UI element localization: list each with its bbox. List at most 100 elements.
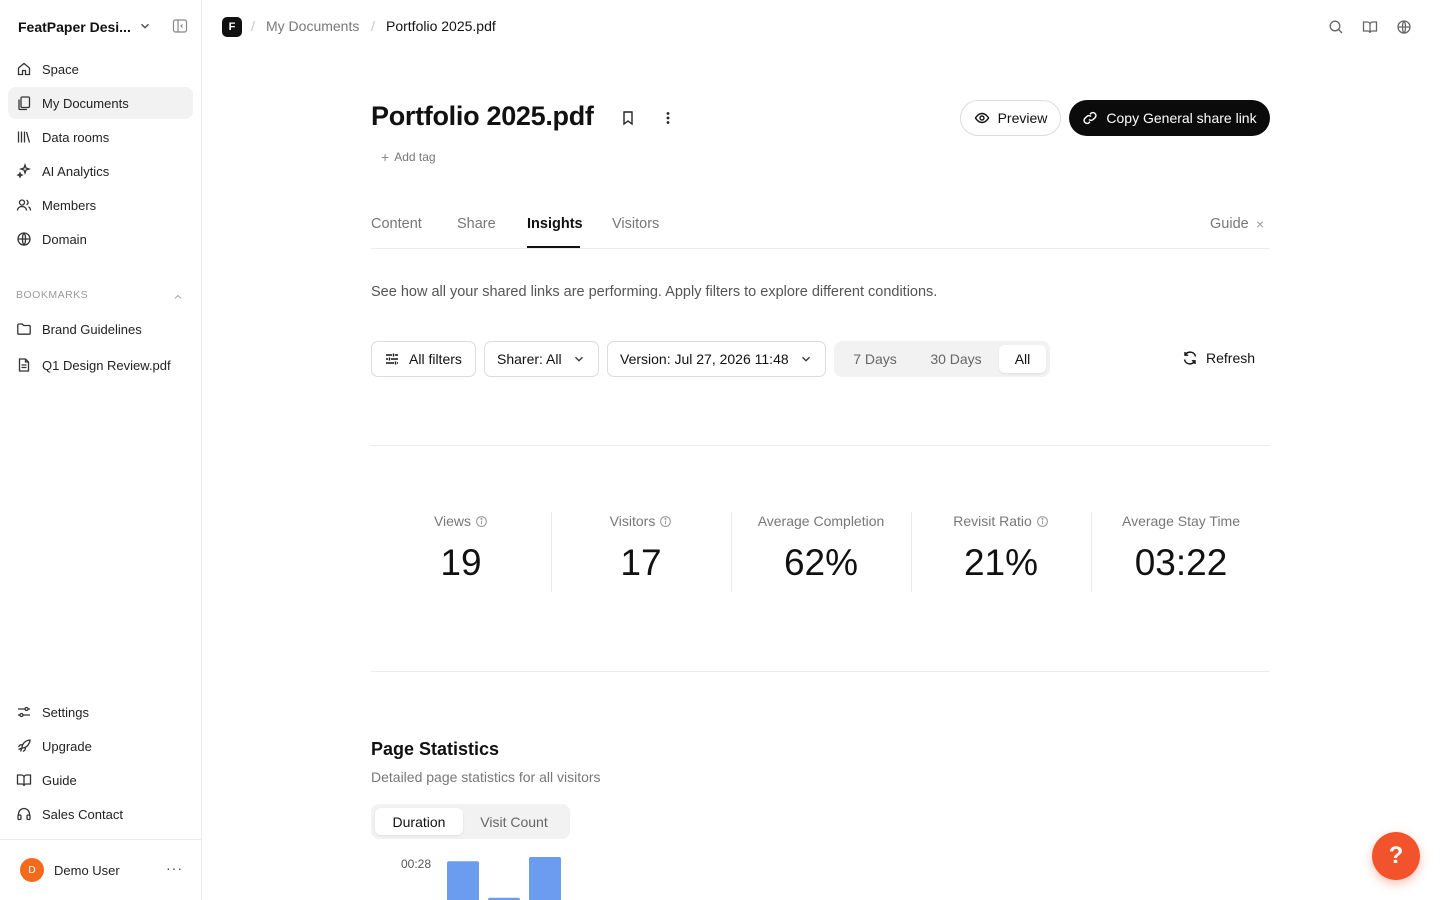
divider	[371, 445, 1270, 446]
copy-share-link-button[interactable]: Copy General share link	[1069, 100, 1270, 136]
nav-item-upgrade[interactable]: Upgrade	[8, 730, 193, 762]
chevron-down-icon	[801, 356, 810, 362]
nav-item-settings[interactable]: Settings	[8, 696, 193, 728]
chevron-down-icon[interactable]	[138, 19, 152, 38]
nav-item-ai-analytics[interactable]: AI Analytics	[8, 155, 193, 187]
workspace-switcher[interactable]: FeatPaper Desi...	[18, 17, 188, 37]
sharer-value: Sharer: All	[497, 351, 562, 367]
stat-average-stay-time: Average Stay Time 03:22	[1091, 510, 1271, 592]
tab-share[interactable]: Share	[457, 216, 496, 232]
refresh-button[interactable]: Refresh	[1182, 350, 1255, 366]
range-30-days[interactable]: 30 Days	[916, 345, 996, 373]
filter-sliders-icon	[386, 353, 398, 365]
stat-views: Views 19	[371, 510, 551, 592]
guide-link[interactable]: Guide	[1210, 216, 1249, 232]
bookmark-item-q1-design-review[interactable]: Q1 Design Review.pdf	[8, 349, 193, 381]
book-icon	[16, 774, 32, 787]
all-filters-button[interactable]: All filters	[371, 341, 476, 377]
close-icon[interactable]: ×	[1256, 216, 1264, 232]
add-tag-button[interactable]: + Add tag	[381, 149, 436, 165]
page-statistics-subtitle: Detailed page statistics for all visitor…	[371, 769, 601, 785]
stat-visitors: Visitors 17	[551, 510, 731, 592]
tab-visitors[interactable]: Visitors	[612, 216, 659, 232]
nav-item-members[interactable]: Members	[8, 189, 193, 221]
range-7-days[interactable]: 7 Days	[840, 345, 910, 373]
refresh-label: Refresh	[1206, 350, 1256, 366]
chart-bar-page-1[interactable]	[447, 861, 479, 900]
search-icon[interactable]	[1326, 17, 1346, 37]
mode-duration[interactable]: Duration	[375, 808, 463, 835]
stat-value: 62%	[783, 542, 859, 583]
tab-insights[interactable]: Insights	[527, 216, 583, 232]
stat-label: Average Completion	[757, 513, 885, 529]
add-tag-label: Add tag	[394, 150, 436, 164]
nav-item-data-rooms[interactable]: Data rooms	[8, 121, 193, 153]
bookmark-label: Q1 Design Review.pdf	[42, 357, 171, 373]
workspace-name: FeatPaper Desi...	[18, 19, 131, 35]
chevron-up-icon[interactable]	[172, 290, 184, 308]
all-filters-label: All filters	[409, 351, 462, 367]
preview-button[interactable]: Preview	[960, 100, 1061, 136]
page-statistics-mode-toggle: Duration Visit Count	[371, 804, 570, 839]
version-select[interactable]: Version: Jul 27, 2026 11:48	[607, 341, 826, 377]
file-icon	[18, 358, 30, 372]
sidebar: FeatPaper Desi... Space My Documents Dat…	[0, 0, 202, 900]
version-value: Version: Jul 27, 2026 11:48	[620, 351, 789, 367]
stat-label: Views	[433, 513, 472, 529]
breadcrumb-separator: /	[371, 18, 375, 34]
stat-label: Revisit Ratio	[953, 513, 1032, 529]
user-menu[interactable]: D Demo User ···	[20, 858, 190, 882]
help-button[interactable]: ?	[1372, 832, 1420, 880]
divider	[371, 671, 1270, 672]
plus-icon: +	[381, 149, 390, 165]
mode-visit-count[interactable]: Visit Count	[467, 808, 561, 835]
folder-icon	[17, 323, 31, 335]
chart-bar-page-3[interactable]	[529, 857, 561, 900]
globe-icon	[17, 232, 31, 246]
info-icon[interactable]	[659, 515, 672, 528]
nav-label: Guide	[42, 772, 77, 788]
stat-value: 21%	[963, 542, 1039, 583]
date-range-toggle: 7 Days 30 Days All	[834, 341, 1050, 377]
info-icon[interactable]	[475, 515, 488, 528]
home-icon	[17, 62, 31, 76]
nav-item-guide[interactable]: Guide	[8, 764, 193, 796]
chevron-down-icon	[574, 356, 583, 362]
nav-item-sales-contact[interactable]: Sales Contact	[8, 798, 193, 830]
stat-value: 19	[440, 542, 482, 583]
insights-description: See how all your shared links are perfor…	[371, 284, 938, 300]
preview-label: Preview	[997, 110, 1048, 126]
breadcrumb-my-documents[interactable]: My Documents	[266, 18, 359, 34]
page-title: Portfolio 2025.pdf	[371, 101, 594, 131]
bookmark-icon[interactable]	[616, 106, 640, 130]
range-all[interactable]: All	[999, 345, 1046, 373]
nav-label: Settings	[42, 704, 89, 720]
tab-content[interactable]: Content	[371, 216, 422, 232]
collapse-sidebar-icon[interactable]	[172, 18, 188, 39]
nav-item-domain[interactable]: Domain	[8, 223, 193, 255]
bookmarks-label: BOOKMARKS	[16, 289, 89, 301]
eye-icon	[974, 112, 989, 124]
breadcrumb-separator: /	[251, 18, 255, 34]
nav-item-my-documents[interactable]: My Documents	[8, 87, 193, 119]
nav-item-space[interactable]: Space	[8, 53, 193, 85]
globe-icon[interactable]	[1394, 17, 1414, 37]
bookmark-item-brand-guidelines[interactable]: Brand Guidelines	[8, 313, 193, 345]
avatar: D	[20, 858, 44, 882]
user-name: Demo User	[54, 862, 120, 878]
more-vertical-icon[interactable]	[656, 106, 680, 130]
workspace-logo[interactable]: F	[222, 17, 242, 37]
documents-icon	[18, 96, 31, 111]
stat-label: Visitors	[609, 513, 656, 529]
info-icon[interactable]	[1036, 515, 1049, 528]
rocket-icon	[17, 739, 31, 753]
sharer-select[interactable]: Sharer: All	[484, 341, 599, 377]
nav-label: Upgrade	[42, 738, 92, 754]
book-icon[interactable]	[1360, 17, 1380, 37]
sparkles-icon	[16, 163, 32, 179]
sliders-icon	[18, 706, 30, 718]
more-icon[interactable]: ···	[166, 860, 183, 876]
stat-label: Average Stay Time	[1121, 513, 1241, 529]
library-icon	[17, 131, 31, 143]
y-axis-tick-label: 00:28	[401, 857, 432, 871]
